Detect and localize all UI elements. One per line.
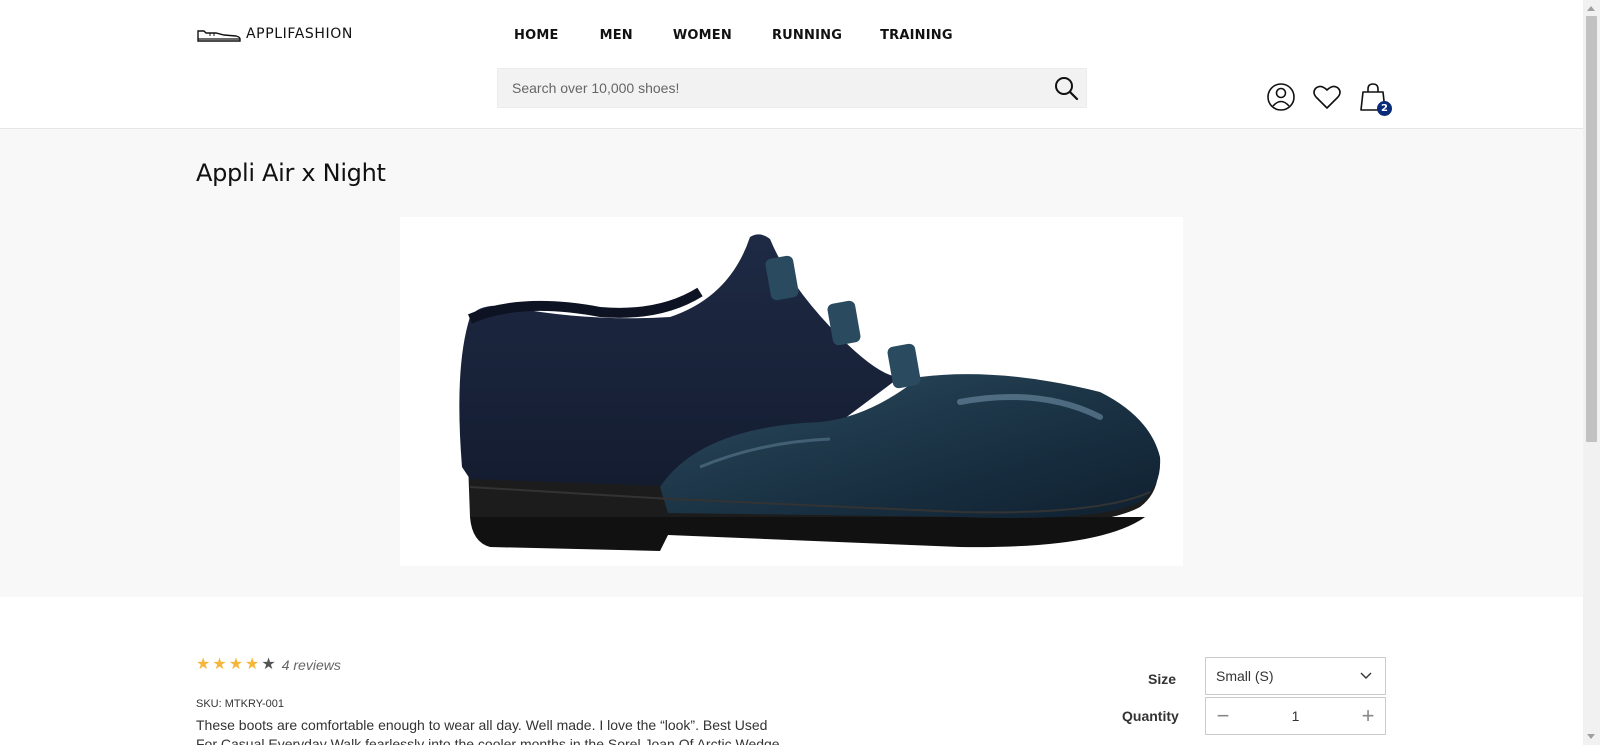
size-selected-value: Small (S)	[1216, 668, 1274, 684]
product-image	[400, 217, 1183, 566]
size-select[interactable]: Small (S)	[1205, 657, 1386, 695]
header-icons: 2	[1266, 82, 1392, 116]
star-icon: ★	[261, 656, 276, 673]
search-bar	[497, 68, 1087, 108]
cart-count-badge: 2	[1377, 101, 1392, 116]
quantity-stepper: − 1 +	[1205, 697, 1386, 735]
product-hero: Appli Air x Night	[0, 129, 1583, 597]
shoe-logo-icon	[197, 30, 241, 42]
reviews-link[interactable]: 4 reviews	[282, 657, 341, 673]
logo-text: APPLIFASHION	[246, 26, 353, 42]
page-scrollbar[interactable]	[1583, 0, 1600, 745]
search-icon	[1055, 77, 1079, 101]
quantity-value[interactable]: 1	[1240, 708, 1351, 724]
size-label: Size	[1148, 671, 1177, 687]
logo-link[interactable]: APPLIFASHION	[196, 24, 353, 44]
nav-training[interactable]: TRAINING	[880, 28, 953, 43]
nav-men[interactable]: MEN	[600, 28, 633, 43]
product-description: These boots are comfortable enough to we…	[196, 717, 780, 745]
main-nav: HOME MEN WOMEN RUNNING TRAINING	[514, 28, 953, 43]
scroll-up-arrow[interactable]	[1587, 6, 1595, 11]
quantity-increase-button[interactable]: +	[1351, 698, 1385, 734]
star-icon: ★	[212, 656, 227, 673]
product-title: Appli Air x Night	[196, 159, 386, 187]
shoe-image	[459, 234, 1161, 551]
account-button[interactable]	[1266, 82, 1296, 114]
search-input[interactable]	[498, 69, 1038, 107]
search-button[interactable]	[1052, 75, 1080, 103]
product-rating: ★ ★ ★ ★ ★ 4 reviews	[196, 656, 341, 674]
quantity-label: Quantity	[1122, 708, 1179, 724]
scroll-down-arrow[interactable]	[1587, 734, 1595, 739]
nav-women[interactable]: WOMEN	[673, 28, 732, 43]
user-icon	[1267, 83, 1295, 111]
heart-icon	[1313, 85, 1341, 109]
star-icon: ★	[228, 656, 244, 673]
wishlist-button[interactable]	[1312, 82, 1342, 114]
star-icon: ★	[196, 656, 211, 673]
site-header: APPLIFASHION HOME MEN WOMEN RUNNING TRAI…	[0, 0, 1583, 129]
nav-home[interactable]: HOME	[514, 28, 559, 43]
nav-running[interactable]: RUNNING	[772, 28, 842, 43]
product-sku: SKU: MTKRY-001	[196, 698, 285, 710]
quantity-decrease-button[interactable]: −	[1206, 698, 1240, 734]
scroll-thumb[interactable]	[1586, 16, 1597, 442]
cart-button[interactable]: 2	[1358, 82, 1392, 116]
star-icon: ★	[245, 656, 260, 673]
